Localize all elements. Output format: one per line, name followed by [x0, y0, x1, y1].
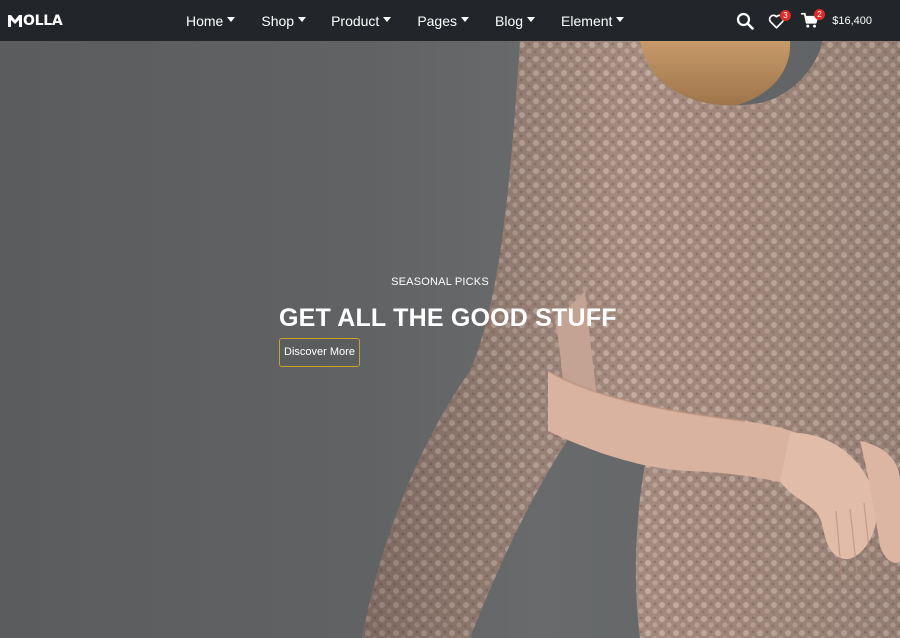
search-button[interactable] — [736, 12, 754, 35]
hero-title: GET ALL THE GOOD STUFF — [279, 304, 617, 332]
nav-item-element[interactable]: Element — [561, 0, 625, 41]
cart-total[interactable]: $16,400 — [832, 14, 872, 28]
cart-count-badge: 2 — [814, 9, 825, 20]
hero-model-image — [362, 41, 900, 638]
cart-button[interactable]: 2 — [800, 9, 825, 34]
nav-label: Product — [331, 12, 380, 29]
nav-item-home[interactable]: Home — [186, 0, 236, 41]
nav-label: Element — [561, 12, 613, 29]
nav-label: Shop — [261, 12, 295, 29]
logo-text: OLLA — [23, 13, 63, 29]
wishlist-count-badge: 3 — [780, 10, 791, 21]
search-icon — [736, 12, 754, 30]
nav-label: Pages — [417, 12, 458, 29]
wishlist-button[interactable]: 3 — [768, 10, 791, 34]
logo[interactable]: OLLA — [8, 13, 63, 29]
nav-item-product[interactable]: Product — [331, 0, 392, 41]
hero-subtitle: SEASONAL PICKS — [391, 276, 489, 288]
nav-label: Blog — [495, 12, 524, 29]
caret-down-icon — [383, 17, 392, 22]
discover-more-button[interactable]: Discover More — [279, 338, 360, 367]
nav-label: Home — [186, 12, 224, 29]
nav-item-shop[interactable]: Shop — [261, 0, 307, 41]
site-header: OLLA Home Shop Product Pages Blog Elemen… — [0, 0, 900, 41]
caret-down-icon — [298, 17, 307, 22]
nav-item-blog[interactable]: Blog — [495, 0, 536, 41]
main-nav: Home Shop Product Pages Blog Element — [186, 0, 625, 41]
caret-down-icon — [616, 17, 625, 22]
caret-down-icon — [461, 17, 470, 22]
hero-banner: SEASONAL PICKS GET ALL THE GOOD STUFF Di… — [0, 41, 900, 638]
caret-down-icon — [227, 17, 236, 22]
nav-item-pages[interactable]: Pages — [417, 0, 470, 41]
caret-down-icon — [527, 17, 536, 22]
logo-mark-icon — [8, 15, 22, 27]
